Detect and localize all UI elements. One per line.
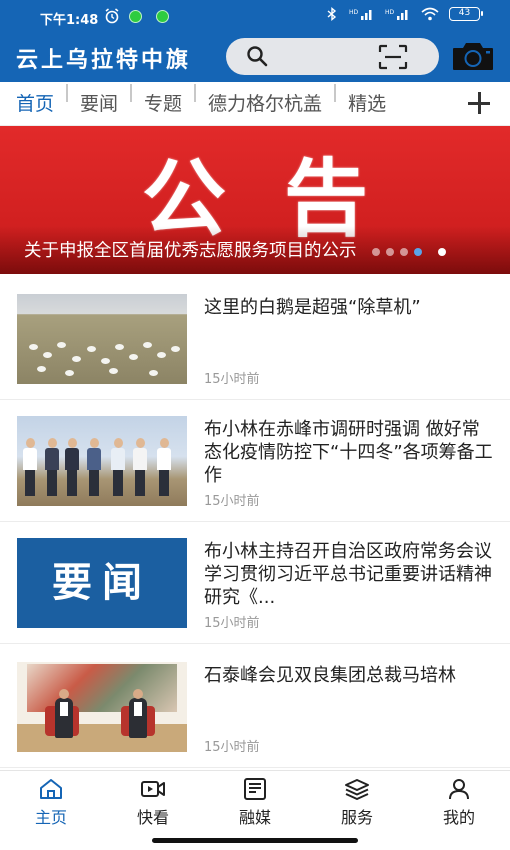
- app-screen: 下午1:48 HD HD 43 云上乌拉特中旗 首页 要闻 专题 德力格尔杭盖 …: [0, 0, 510, 850]
- news-title[interactable]: 这里的白鹅是超强“除草机”: [204, 296, 494, 319]
- nav-services[interactable]: 服务: [317, 777, 397, 833]
- nav-label: 快看: [136, 808, 169, 827]
- goose-shape: [37, 366, 46, 372]
- alarm-icon: [105, 8, 119, 24]
- channel-tabs-scroll[interactable]: 首页 要闻 专题 德力格尔杭盖 精选: [16, 82, 460, 126]
- tab-topics[interactable]: 专题: [144, 82, 182, 126]
- goose-shape: [87, 346, 96, 352]
- wifi-icon: [421, 7, 439, 21]
- tab-featured[interactable]: 精选: [348, 82, 386, 126]
- carousel-dot-active: [438, 248, 446, 256]
- svg-text:HD: HD: [385, 9, 395, 16]
- nav-quick-look[interactable]: 快看: [113, 777, 193, 833]
- news-item[interactable]: 要闻 布小林主持召开自治区政府常务会议 学习贯彻习近平总书记重要讲话精神 研究《…: [0, 522, 510, 644]
- news-time: 15小时前: [204, 372, 260, 387]
- battery-icon: 43: [449, 7, 483, 21]
- signal-icon: HD: [385, 9, 408, 20]
- goose-shape: [65, 370, 74, 376]
- carousel-dot: [400, 248, 408, 256]
- app-header: 下午1:48 HD HD 43 云上乌拉特中旗: [0, 0, 510, 82]
- signal-icon: HD: [349, 9, 372, 20]
- goose-shape: [115, 344, 124, 350]
- nav-label: 融媒: [238, 808, 271, 827]
- nav-home[interactable]: 主页: [11, 777, 91, 833]
- news-title[interactable]: 石泰峰会见双良集团总裁马培林: [204, 664, 494, 687]
- nav-label: 主页: [34, 808, 67, 827]
- bluetooth-icon: [327, 7, 337, 21]
- news-time: 15小时前: [204, 740, 260, 755]
- news-item[interactable]: 石泰峰会见双良集团总裁马培林 15小时前: [0, 644, 510, 768]
- goose-shape: [109, 368, 118, 374]
- home-indicator[interactable]: [152, 838, 358, 843]
- tab-divider: [334, 83, 337, 102]
- goose-shape: [57, 342, 66, 348]
- news-title[interactable]: 布小林在赤峰市调研时强调 做好常态化疫情防控下“十四冬”各项筹备工作: [204, 418, 494, 487]
- status-bar: 下午1:48 HD HD 43: [0, 0, 510, 30]
- person-icon: [449, 779, 469, 800]
- search-bar[interactable]: [226, 38, 439, 75]
- carousel-dot: [372, 248, 380, 256]
- carousel-dot: [414, 248, 422, 256]
- goose-shape: [43, 352, 52, 358]
- video-icon: [141, 781, 165, 797]
- goose-shape: [149, 370, 158, 376]
- news-thumbnail-officials: [17, 416, 187, 506]
- tab-deligeer-hanggai[interactable]: 德力格尔杭盖: [208, 82, 322, 126]
- search-icon[interactable]: [246, 45, 268, 67]
- person-figure: [45, 438, 59, 496]
- person-figure: [111, 438, 125, 496]
- news-title[interactable]: 布小林主持召开自治区政府常务会议 学习贯彻习近平总书记重要讲话精神 研究《...: [204, 540, 494, 609]
- goose-shape: [129, 354, 138, 360]
- camera-icon[interactable]: [451, 40, 495, 72]
- scan-icon[interactable]: [378, 44, 408, 70]
- add-channel-icon[interactable]: [468, 92, 490, 114]
- tab-divider: [66, 83, 69, 102]
- goose-shape: [72, 356, 81, 362]
- news-item[interactable]: 布小林在赤峰市调研时强调 做好常态化疫情防控下“十四冬”各项筹备工作 15小时前: [0, 400, 510, 522]
- layers-icon: [345, 779, 369, 800]
- tab-divider: [194, 83, 197, 102]
- person-figure: [129, 689, 147, 738]
- news-time: 15小时前: [204, 616, 260, 631]
- goose-shape: [29, 344, 38, 350]
- status-time: 下午1:48: [40, 13, 99, 28]
- goose-shape: [171, 346, 180, 352]
- goose-shape: [143, 342, 152, 348]
- home-icon: [40, 779, 62, 799]
- nav-label: 我的: [442, 808, 475, 827]
- person-figure: [55, 689, 73, 738]
- newspaper-icon: [244, 778, 266, 800]
- wechat-notification-icon: [156, 10, 169, 23]
- tab-home[interactable]: 首页: [16, 82, 54, 126]
- nav-media[interactable]: 融媒: [215, 777, 295, 833]
- svg-text:HD: HD: [349, 9, 359, 16]
- person-figure: [65, 438, 79, 496]
- thumbnail-yaowen-text: 要闻: [52, 560, 152, 606]
- channel-tabs: 首页 要闻 专题 德力格尔杭盖 精选: [0, 82, 510, 126]
- person-figure: [23, 438, 37, 496]
- floor: [17, 724, 187, 752]
- wall-painting: [27, 664, 177, 712]
- tab-divider: [130, 83, 133, 102]
- carousel-indicator: [372, 248, 446, 256]
- nav-label: 服务: [340, 808, 373, 827]
- status-indicators: HD HD 43: [325, 7, 483, 21]
- app-title: 云上乌拉特中旗: [16, 47, 192, 73]
- person-figure: [133, 438, 147, 496]
- news-thumbnail-yaowen: 要闻: [17, 538, 187, 628]
- goose-shape: [157, 352, 166, 358]
- carousel-dot: [386, 248, 394, 256]
- battery-level: 43: [458, 8, 471, 18]
- person-figure: [87, 438, 101, 496]
- news-item[interactable]: 这里的白鹅是超强“除草机” 15小时前: [0, 278, 510, 400]
- news-time: 15小时前: [204, 494, 260, 509]
- nav-profile[interactable]: 我的: [419, 777, 499, 833]
- person-figure: [157, 438, 171, 496]
- tab-headlines[interactable]: 要闻: [80, 82, 118, 126]
- wechat-notification-icon: [129, 10, 142, 23]
- goose-shape: [101, 358, 110, 364]
- news-thumbnail-meeting: [17, 662, 187, 752]
- news-thumbnail-geese: [17, 294, 187, 384]
